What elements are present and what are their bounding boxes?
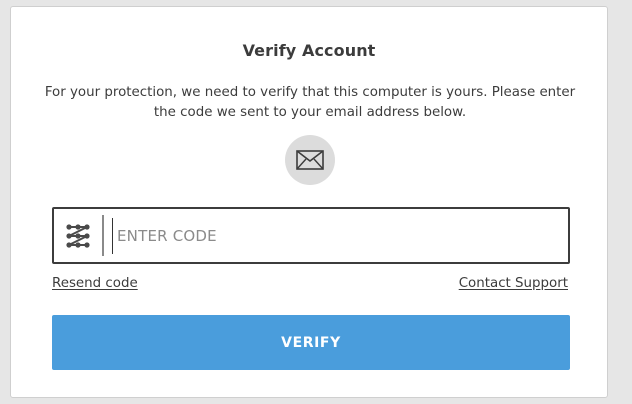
field-divider — [102, 215, 104, 256]
code-input[interactable] — [112, 218, 557, 254]
contact-support-link[interactable]: Contact Support — [459, 276, 568, 291]
dialog-title: Verify Account — [242, 41, 376, 60]
verify-button[interactable]: VERIFY — [52, 315, 570, 370]
keypad-icon — [65, 223, 91, 249]
dialog-description: For your protection, we need to verify t… — [44, 85, 576, 120]
code-field[interactable] — [52, 207, 570, 264]
verify-account-card: Verify Account For your protection, we n… — [10, 6, 608, 398]
resend-code-link[interactable]: Resend code — [52, 276, 138, 291]
envelope-icon — [285, 135, 335, 185]
